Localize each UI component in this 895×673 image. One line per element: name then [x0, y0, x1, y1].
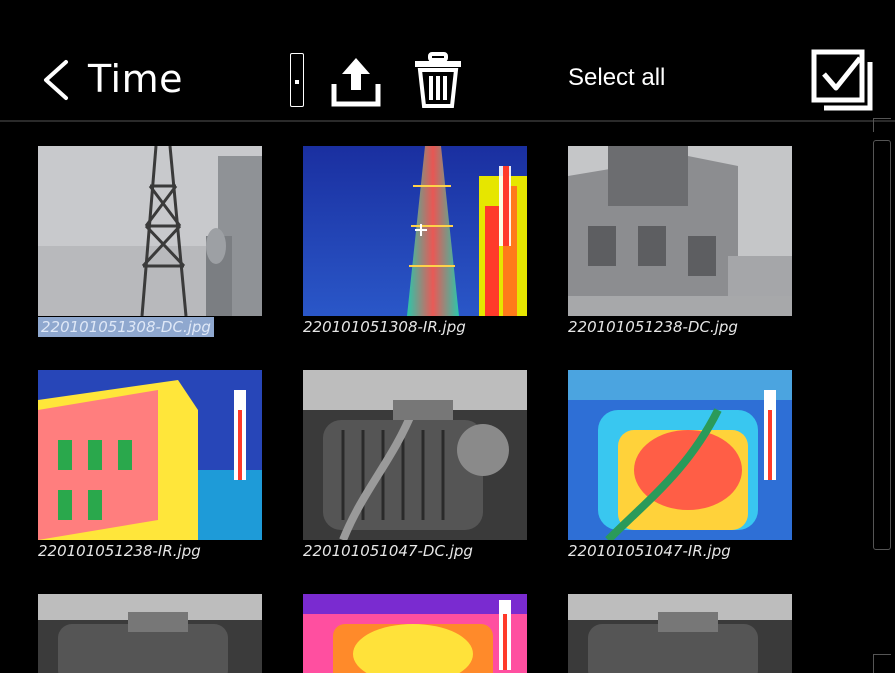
scrollbar-cap-top — [873, 118, 891, 132]
file-grid: 220101051308-DC.jpg 220101051308-IR.jpg … — [0, 122, 860, 673]
thumbnail-image — [568, 146, 792, 316]
file-name: 220101051308-IR.jpg — [303, 318, 466, 336]
select-all-button[interactable]: Select all — [568, 60, 665, 96]
thumbnail-image — [568, 594, 792, 673]
file-name: 220101051308-DC.jpg — [38, 317, 298, 337]
trash-icon[interactable] — [412, 52, 464, 108]
file-name: 220101051238-DC.jpg — [568, 318, 738, 336]
thumbnail-image — [303, 370, 527, 540]
dropdown-toggle[interactable] — [290, 53, 304, 107]
page-title: Time — [88, 57, 183, 101]
file-name: 220101051238-IR.jpg — [38, 542, 201, 560]
checkbox-checked-icon[interactable] — [810, 48, 878, 112]
top-bar: Time Select all — [0, 0, 895, 122]
file-name: 220101051047-DC.jpg — [303, 542, 473, 560]
file-name: 220101051047-IR.jpg — [568, 542, 731, 560]
thumbnail-image — [38, 594, 262, 673]
scrollbar-cap-bottom — [873, 654, 891, 673]
scrollbar[interactable] — [873, 140, 891, 550]
thumbnail-image — [38, 146, 262, 316]
thumbnail-image — [568, 370, 792, 540]
thumbnail-image — [303, 146, 527, 316]
thumbnail-image — [38, 370, 262, 540]
upload-icon[interactable] — [330, 56, 382, 108]
thumbnail-image — [303, 594, 527, 673]
chevron-left-icon[interactable] — [38, 58, 78, 102]
